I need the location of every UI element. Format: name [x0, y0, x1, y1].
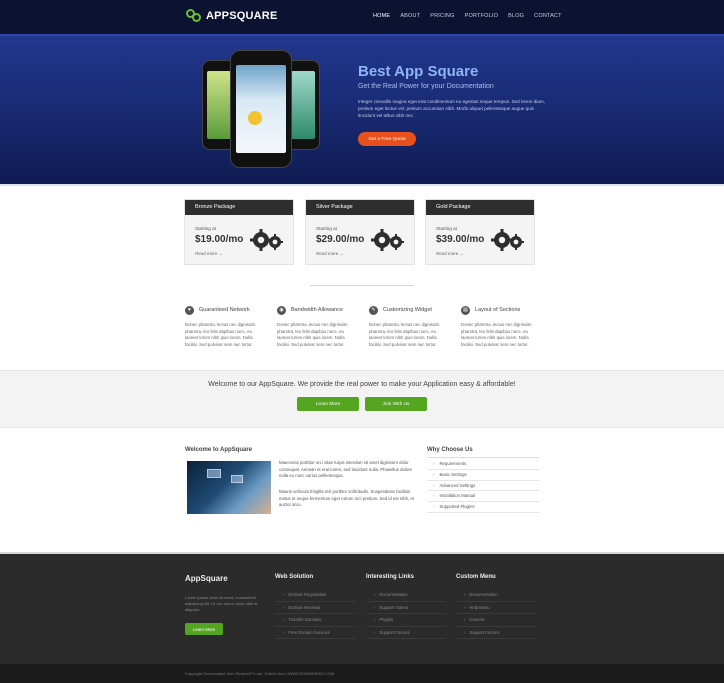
- hero-bottom-divider: [0, 184, 724, 186]
- pricing-price: $39.00/mo: [436, 234, 485, 245]
- footer-link[interactable]: Domain Renewal: [275, 602, 355, 614]
- welcome-band-text: Welcome to our AppSquare. We provide the…: [208, 381, 516, 388]
- section-divider: [310, 285, 414, 286]
- footer-link[interactable]: Support Videos: [366, 602, 446, 614]
- copyright-text: Copyright Downloaded from RelaxedTX.net.…: [185, 671, 335, 676]
- read-more-link[interactable]: Read more →: [316, 251, 344, 256]
- hero-body-text: Integer convallis magna eget erat condim…: [358, 99, 545, 118]
- feature-title: Layout of Sections: [475, 307, 521, 313]
- pricing-card-title: Bronze Package: [185, 200, 293, 215]
- footer-col-title: Custom Menu: [456, 574, 496, 580]
- heart-icon: ♥: [185, 305, 194, 315]
- phones-illustration: [200, 48, 325, 170]
- pricing-starting-label: Starting at: [436, 226, 457, 231]
- why-list-item[interactable]: Requirements: [427, 459, 539, 470]
- pricing-price: $19.00/mo: [195, 234, 244, 245]
- nav-item-portfolio[interactable]: PORTFOLIO: [465, 13, 498, 19]
- learn-more-button[interactable]: Learn More: [297, 397, 359, 411]
- footer-col-title: Interesting Links: [366, 574, 415, 580]
- welcome-paragraph-2: Mauris vehicula fringilla nisl porttitor…: [279, 489, 414, 507]
- phone-center-image: [230, 50, 292, 168]
- pricing-price: $29.00/mo: [316, 234, 365, 245]
- pricing-starting-label: Starting at: [316, 226, 337, 231]
- hero-title: Best App Square: [358, 63, 479, 80]
- pricing-starting-label: Starting at: [195, 226, 216, 231]
- feature-title: Bandwidth Allowance: [291, 307, 343, 313]
- main-nav: HOME ABOUT PRICING PORTFOLIO BLOG CONTAC…: [373, 13, 562, 19]
- feature-text: Donec pharetra, lectus nec dignissim pha…: [185, 322, 256, 347]
- footer-link[interactable]: Support Forums: [456, 627, 536, 639]
- wrench-icon: ✎: [369, 305, 378, 315]
- weather-sun-icon: [248, 111, 262, 125]
- pricing-card-gold[interactable]: Gold Package Starting at $39.00/mo Read …: [425, 199, 535, 265]
- brand-logo[interactable]: APPSQUARE: [186, 9, 277, 23]
- feature-guaranteed-network: ♥ Guaranteed Network Donec pharetra, lec…: [185, 305, 265, 348]
- feature-title: Customizing Widget: [383, 307, 432, 313]
- read-more-link[interactable]: Read more →: [195, 251, 223, 256]
- brand-name: APPSQUARE: [206, 10, 278, 22]
- logo-circles-icon: [186, 9, 202, 23]
- nav-item-about[interactable]: ABOUT: [400, 13, 420, 19]
- why-choose-us-heading: Why Choose Us: [427, 447, 473, 453]
- feature-text: Donec pharetra, lectus nec dignissim pha…: [277, 322, 348, 347]
- footer-links-web-solution: Domain Registration Domain Renewal Trans…: [275, 589, 355, 639]
- footer-link[interactable]: Domain Registration: [275, 589, 355, 602]
- welcome-heading: Welcome to AppSquare: [185, 447, 253, 453]
- footer-brand: AppSquare: [185, 574, 228, 583]
- nav-item-contact[interactable]: CONTACT: [534, 13, 562, 19]
- footer-about-text: Lorem ipsum dolor sit amet, consectetur …: [185, 595, 258, 612]
- footer-link[interactable]: Careers: [456, 614, 536, 627]
- pricing-card-silver[interactable]: Silver Package Starting at $29.00/mo Rea…: [305, 199, 415, 265]
- touchscreen-hand-image: [187, 461, 271, 514]
- feature-title: Guaranteed Network: [199, 307, 250, 313]
- nav-item-blog[interactable]: BLOG: [508, 13, 524, 19]
- feature-layout-of-sections: ▤ Layout of Sections Donec pharetra, lec…: [461, 305, 541, 348]
- why-divider: [427, 457, 539, 458]
- pricing-card-title: Gold Package: [426, 200, 534, 215]
- hero-top-stripe: [0, 34, 724, 36]
- footer-links-interesting: Documentation Support Videos Plugins Sup…: [366, 589, 446, 639]
- footer-bottom-bar: [0, 664, 724, 683]
- nav-item-home[interactable]: HOME: [373, 13, 390, 19]
- join-with-us-button[interactable]: Join With Us: [365, 397, 427, 411]
- footer-link[interactable]: Documentation: [366, 589, 446, 602]
- why-list-item[interactable]: Supported Plugins: [427, 502, 539, 513]
- why-list-item[interactable]: Installation Manual: [427, 491, 539, 503]
- footer-links-custom-menu: Documentation Help Menu Careers Support …: [456, 589, 536, 639]
- feature-bandwidth-allowance: ◉ Bandwidth Allowance Donec pharetra, le…: [277, 305, 357, 348]
- feature-text: Donec pharetra, lectus nec dignissim pha…: [369, 322, 440, 347]
- welcome-band: [0, 370, 724, 428]
- pricing-card-title: Silver Package: [306, 200, 414, 215]
- footer-link[interactable]: Documentation: [456, 589, 536, 602]
- gauge-icon: ◉: [277, 305, 286, 315]
- footer-link[interactable]: Help Menu: [456, 602, 536, 614]
- why-list-item[interactable]: Basic Settings: [427, 470, 539, 481]
- footer-link[interactable]: Free Domain Services: [275, 627, 355, 639]
- top-navbar: [0, 0, 724, 34]
- pricing-card-bronze[interactable]: Bronze Package Starting at $19.00/mo Rea…: [184, 199, 294, 265]
- welcome-paragraph-1: Maecenas porttitor orci vitae turpis int…: [279, 460, 413, 478]
- read-more-link[interactable]: Read more →: [436, 251, 464, 256]
- layout-icon: ▤: [461, 305, 470, 315]
- hero-subtitle: Get the Real Power for your Documentatio…: [358, 83, 494, 90]
- footer-link[interactable]: Plugins: [366, 614, 446, 627]
- why-list-item[interactable]: Advanced Settings: [427, 481, 539, 492]
- why-choose-us-list: Requirements Basic Settings Advanced Set…: [427, 459, 539, 513]
- footer-learn-more-button[interactable]: Learn More: [185, 623, 223, 635]
- gears-icon: [250, 229, 283, 251]
- free-quote-button[interactable]: Get a Free Quote: [358, 132, 416, 146]
- gears-icon: [371, 229, 404, 251]
- nav-item-pricing[interactable]: PRICING: [430, 13, 454, 19]
- footer-link[interactable]: Transfer Domains: [275, 614, 355, 627]
- footer-col-title: Web Solution: [275, 574, 314, 580]
- feature-customizing-widget: ✎ Customizing Widget Donec pharetra, lec…: [369, 305, 449, 348]
- feature-text: Donec pharetra, lectus nec dignissim pha…: [461, 322, 532, 347]
- gears-icon: [491, 229, 524, 251]
- footer-link[interactable]: Support Forums: [366, 627, 446, 639]
